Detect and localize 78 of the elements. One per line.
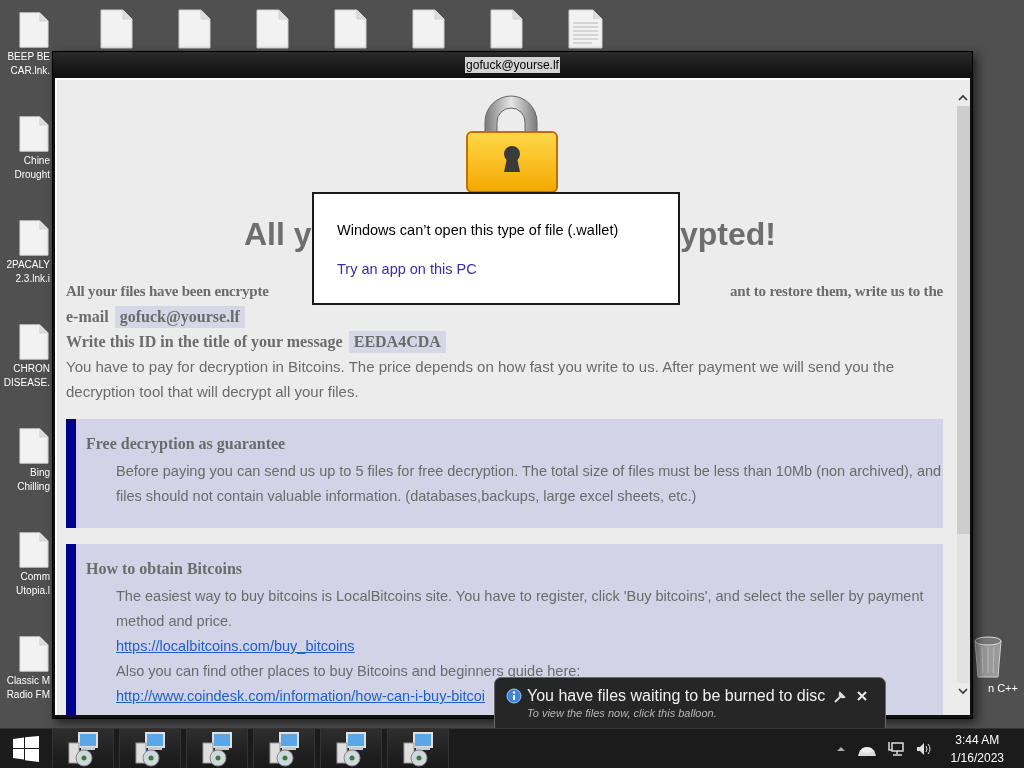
taskbar-button[interactable] — [253, 728, 315, 768]
panel-text: The easiest way to buy bitcoins is LocalBitcoins site. You have to register, click 'Buy bitcoins', and select the seller by payment method and price. — [116, 587, 925, 631]
icon-label: Chilling — [17, 480, 50, 494]
padlock-icon — [464, 92, 559, 193]
file-icon — [19, 322, 49, 362]
info-icon — [506, 688, 522, 704]
icon-label: n C++ — [988, 681, 1018, 695]
installer-icon — [134, 730, 166, 767]
link[interactable]: http://www.coindesk.com/information/how-can-i-buy-bitcoi — [116, 688, 486, 704]
network-icon — [887, 741, 904, 756]
payment-text: You have to pay for decryption in Bitcoins. The price depends on how fast you write to us. After payment we will send you the decryption tool that will decrypt all your files. — [66, 357, 895, 402]
icon-label: Classic M — [6, 674, 50, 688]
scrollbar-thumb[interactable] — [956, 106, 970, 534]
icon-label: Bing — [30, 466, 50, 480]
taskbar-button[interactable] — [52, 728, 114, 768]
file-icon — [256, 9, 289, 49]
file-icon — [178, 9, 211, 49]
file-icon — [19, 426, 49, 466]
file-icon — [19, 114, 49, 154]
scrollbar[interactable] — [956, 106, 970, 683]
scroll-up-icon — [958, 94, 968, 102]
file-icon — [412, 9, 445, 49]
file-icon — [19, 10, 49, 50]
file-icon — [19, 530, 49, 570]
balloon-title: You have files waiting to be burned to disc — [527, 686, 826, 706]
clock-date: 1/16/2023 — [950, 749, 1004, 767]
file-icon — [100, 9, 133, 49]
panel-title: How to obtain Bitcoins — [86, 559, 243, 579]
email-address: gofuck@yourse.lf — [114, 305, 245, 328]
speaker-icon — [915, 741, 931, 756]
icon-label: BEEP BE — [7, 50, 50, 64]
clock-time: 3:44 AM — [955, 731, 1000, 749]
taskbar-button[interactable] — [320, 728, 382, 768]
link[interactable]: https://localbitcoins.com/buy_bitcoins — [116, 638, 355, 654]
icon-label: Radio FM — [6, 688, 50, 702]
file-icon — [19, 634, 49, 674]
close-icon — [856, 690, 869, 702]
panel-text: Before paying you can send us up to 5 files for free decryption. The total size of files must be less than 10Mb (non archived), and files should not contain valuable information. (databases,backups, large excel sheets, etc.) — [116, 462, 943, 506]
app-link[interactable]: Try an app on this PC — [337, 260, 477, 278]
panel-title: Free decryption as guarantee — [86, 434, 287, 455]
icon-label: CAR.lnk. — [10, 64, 50, 78]
scroll-down-icon — [958, 687, 968, 695]
icon-label: Chine — [23, 154, 50, 168]
icon-label: 2PACALY — [6, 258, 50, 272]
file-icon — [19, 218, 49, 258]
taskbar-button[interactable] — [119, 728, 181, 768]
taskbar-button[interactable] — [186, 728, 248, 768]
document-icon — [568, 9, 603, 49]
installer-icon — [268, 730, 300, 767]
installer-icon — [67, 730, 99, 767]
icon-label: Drought — [14, 168, 50, 182]
window-title: gofuck@yourse.lf — [465, 57, 560, 73]
installer-icon — [201, 730, 233, 767]
windows-logo-icon — [13, 735, 39, 762]
installer-icon — [402, 730, 434, 767]
icon-label: 2.3.lnk.i — [15, 272, 50, 286]
icon-label: Comm — [20, 570, 50, 584]
wrench-icon — [833, 689, 847, 703]
intro-text: All your files have been encrypte — [66, 282, 269, 301]
balloon-subtitle: To view the files now, click this balloon. — [526, 706, 718, 720]
icon-label: DISEASE. — [3, 376, 50, 390]
victim-id: EEDA4CDA — [348, 330, 446, 353]
notification-balloon[interactable]: You have files waiting to be burned to disc To view the files now, click this balloon. — [494, 677, 886, 728]
trash-bin-icon — [973, 635, 1003, 679]
icon-label: CHRON — [13, 362, 50, 376]
file-icon — [334, 9, 367, 49]
installer-icon — [335, 730, 367, 767]
show-hidden-icons-icon — [835, 745, 846, 752]
icon-label: Utopia.l — [16, 584, 50, 598]
intro-text: ant to restore them, write us to the — [729, 282, 943, 301]
headline: All y — [244, 215, 312, 254]
file-icon — [490, 9, 523, 49]
email-label: e-mail — [66, 306, 109, 327]
headline: ypted! — [680, 215, 776, 254]
taskbar-button[interactable] — [387, 728, 449, 768]
dialog-message: Windows can’t open this type of file (.wallet) — [337, 221, 620, 239]
clock[interactable]: 3:44 AM 1/16/2023 — [950, 730, 1004, 767]
id-instruction: Write this ID in the title of your message — [66, 331, 343, 353]
